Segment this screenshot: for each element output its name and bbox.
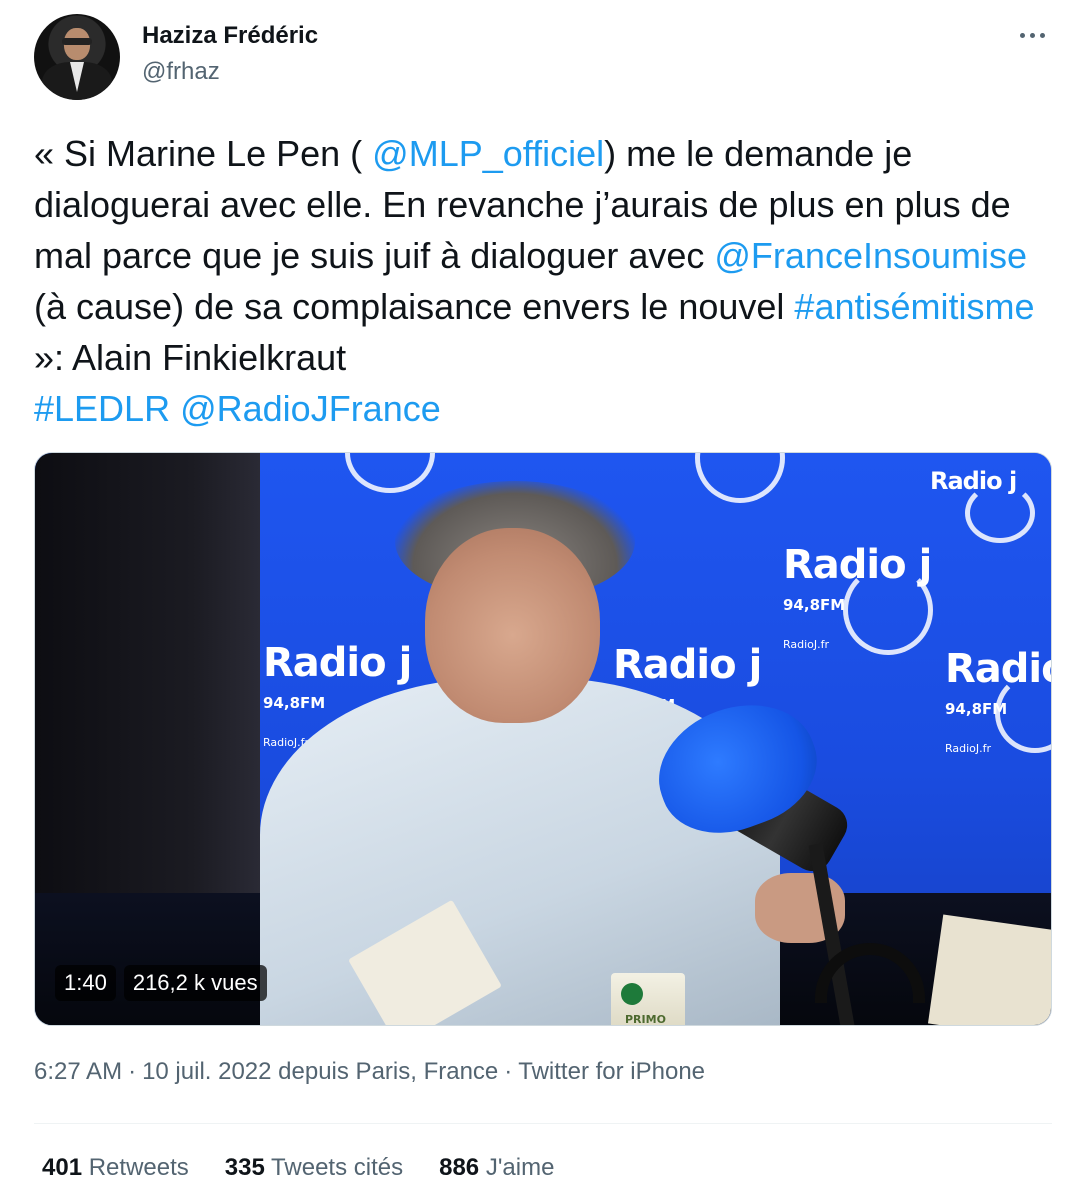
tweet-metadata: 6:27 AM · 10 juil. 2022 depuis Paris, Fran… — [34, 1058, 706, 1085]
hashtag-link[interactable]: #LEDLR — [34, 388, 170, 429]
hashtag-link[interactable]: #antisémitisme — [794, 286, 1034, 327]
radio-logo-arc — [843, 565, 933, 655]
video-badges: 1:40 216,2 k vues — [55, 965, 267, 1001]
video-view-count: 216,2 k vues — [123, 965, 267, 1001]
tweet-text-segment — [170, 388, 180, 429]
engagement-stats: 401 Retweets 335 Tweets cités 886 J'aime — [42, 1154, 554, 1182]
speaker-head — [425, 528, 600, 723]
papers — [927, 914, 1051, 1025]
likes-stat[interactable]: 886 J'aime — [439, 1154, 554, 1182]
more-options-icon[interactable] — [1012, 20, 1052, 50]
mention-link[interactable]: @FranceInsoumise — [714, 235, 1027, 276]
radio-logo-arc — [965, 483, 1035, 543]
author-name[interactable]: Haziza Frédéric — [142, 22, 318, 50]
tweet-time[interactable]: 6:27 AM — [34, 1058, 122, 1085]
author-avatar[interactable] — [34, 14, 120, 100]
divider — [34, 1123, 1052, 1124]
retweets-stat[interactable]: 401 Retweets — [42, 1154, 189, 1182]
tweet-date[interactable]: 10 juil. 2022 depuis Paris, France — [142, 1058, 498, 1085]
mention-link[interactable]: @RadioJFrance — [180, 388, 441, 429]
tweet-source[interactable]: Twitter for iPhone — [518, 1058, 705, 1085]
video-duration: 1:40 — [55, 965, 116, 1001]
tweet: Haziza Frédéric @frhaz « Si Marine Le Pe… — [0, 0, 1082, 1202]
tweet-text: « Si Marine Le Pen ( @MLP_officiel) me l… — [34, 128, 1044, 434]
tweet-text-segment: (à cause) de sa complaisance envers le n… — [34, 286, 795, 327]
tweet-text-segment: »: Alain Finkielkraut — [34, 337, 347, 378]
mention-link[interactable]: @MLP_officiel — [372, 133, 604, 174]
tweet-text-segment: « Si Marine Le Pen ( — [34, 133, 373, 174]
coffee-cup: PRIMO — [611, 973, 685, 1025]
video-player[interactable]: Radio j Radio j94,8FMRadioJ.fr Radio j94… — [34, 452, 1052, 1026]
author-handle[interactable]: @frhaz — [142, 58, 220, 86]
quote-tweets-stat[interactable]: 335 Tweets cités — [225, 1154, 403, 1182]
